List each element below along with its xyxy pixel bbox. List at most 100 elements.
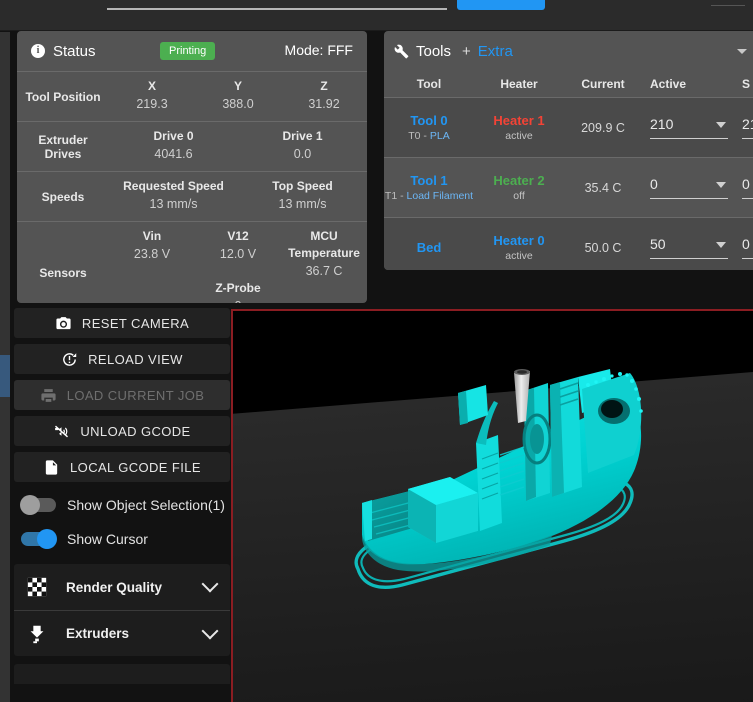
status-panel-title: Status (53, 42, 96, 60)
standby-temp-select[interactable]: 210 (742, 116, 753, 139)
status-col-header: Drive 1 (282, 129, 323, 143)
status-row-label: Sensors (39, 265, 87, 280)
reset-camera-button[interactable]: RESET CAMERA (14, 308, 230, 338)
camera-icon (56, 316, 71, 329)
tools-cell-current: 50.0 C (564, 239, 642, 257)
tool-name[interactable]: Tool 0 (384, 112, 474, 129)
heater-name[interactable]: Heater 1 (474, 112, 564, 129)
table-row[interactable]: Tool 0 T0 - PLA Heater 1 active 209.9 C … (384, 97, 753, 157)
tool-name[interactable]: Bed (384, 239, 474, 256)
active-temp-select[interactable]: 210 (650, 116, 728, 139)
current-temp-value: 50.0 C (584, 240, 622, 255)
group-render-quality[interactable]: Render Quality (14, 564, 230, 610)
status-col-header: Vin (142, 229, 162, 243)
tool-name[interactable]: Tool 1 (384, 172, 474, 189)
standby-temp-value: 210 (742, 116, 753, 132)
heater-state: active (505, 249, 533, 262)
active-temp-value: 50 (650, 236, 666, 252)
tools-cell-active: 0 (642, 176, 734, 199)
tools-cell-heater: Heater 1 active (474, 112, 564, 144)
tool-filament-link[interactable]: PLA (430, 130, 450, 142)
table-row[interactable]: Bed Heater 0 active 50.0 C 50 0 (384, 217, 753, 270)
gcode-3d-viewport[interactable] (231, 309, 753, 702)
toggle-label: Show Object Selection(1) (67, 497, 225, 513)
local-gcode-file-label: LOCAL GCODE FILE (70, 459, 201, 475)
chevron-down-icon[interactable] (716, 242, 726, 248)
group-extruders[interactable]: Extruders (14, 610, 230, 656)
toggle-switch[interactable] (21, 529, 57, 549)
status-row-sensors: Sensors Vin 23.8 V V12 12.0 V MCU Temper… (17, 221, 367, 303)
status-mode-label: Mode: FFF (284, 42, 353, 58)
top-right-field[interactable] (711, 0, 745, 6)
chevron-down-icon[interactable] (737, 48, 748, 54)
status-row-label: Tool Position (25, 89, 101, 104)
tools-cell-heater: Heater 2 off (474, 172, 564, 204)
left-scrollbar-thumb[interactable] (0, 355, 10, 397)
app-root: i Status Printing Mode: FFF Tool Positio… (0, 0, 753, 702)
toggle-label: Show Cursor (67, 531, 148, 547)
active-temp-select[interactable]: 0 (650, 176, 728, 199)
active-temp-select[interactable]: 50 (650, 236, 728, 259)
reload-view-button[interactable]: RELOAD VIEW (14, 344, 230, 374)
unload-gcode-label: UNLOAD GCODE (80, 423, 191, 439)
status-col-header: Z (320, 79, 328, 93)
tools-cell-active: 50 (642, 236, 734, 259)
status-panel-header: i Status Printing Mode: FFF (17, 31, 367, 71)
active-temp-value: 210 (650, 116, 674, 132)
chevron-down-icon[interactable] (201, 622, 219, 639)
tools-cell-current: 209.9 C (564, 119, 642, 137)
heater-name[interactable]: Heater 2 (474, 172, 564, 189)
local-gcode-file-button[interactable]: LOCAL GCODE FILE (14, 452, 230, 482)
status-col-value: 13 mm/s (149, 197, 198, 211)
status-badge: Printing (160, 42, 216, 60)
status-col-value: 31.92 (308, 97, 340, 111)
3d-benchy-model (354, 369, 643, 589)
tool-sub-prefix: T0 - (408, 129, 430, 142)
chevron-down-icon[interactable] (716, 182, 726, 188)
unload-gcode-button[interactable]: UNLOAD GCODE (14, 416, 230, 446)
standby-temp-select[interactable]: 0 (742, 236, 753, 259)
tool-subtitle: T1 - Load Filament (384, 189, 474, 204)
tools-col-header: Active (650, 77, 687, 91)
toggle-knob (20, 495, 40, 515)
status-col-header: Drive 0 (153, 129, 194, 143)
status-col-header: Requested Speed (123, 179, 224, 193)
tools-col-header: Tool (416, 77, 442, 91)
toggle-show-object-selection[interactable]: Show Object Selection(1) (14, 488, 230, 522)
status-col-header: Top Speed (272, 179, 333, 193)
chevron-down-icon[interactable] (716, 122, 726, 128)
tools-panel-header: Tools + Extra Co (384, 31, 753, 71)
standby-temp-select[interactable]: 0 (742, 176, 753, 199)
tools-extra-link[interactable]: Extra (478, 43, 513, 60)
left-scrollbar-track[interactable] (0, 32, 10, 702)
load-current-job-label: LOAD CURRENT JOB (66, 387, 205, 403)
tools-table-header: Tool Heater Current Active S (384, 71, 753, 97)
tool-subtitle: T0 - PLA (384, 129, 474, 144)
printer-icon (41, 388, 56, 402)
current-temp-value: 35.4 C (584, 180, 622, 195)
heater-state: active (505, 129, 533, 142)
status-col-header: X (147, 79, 156, 93)
reload-view-label: RELOAD VIEW (88, 351, 183, 367)
tools-add-icon[interactable]: + (462, 43, 471, 60)
top-search-input[interactable] (107, 0, 447, 10)
toggle-switch[interactable] (20, 495, 56, 515)
sidebar-collapsible-groups: Render Quality Extruders (14, 564, 230, 656)
tool-load-filament-link[interactable]: Load Filament (407, 190, 474, 202)
tools-panel-title: Tools (416, 42, 452, 60)
status-panel: i Status Printing Mode: FFF Tool Positio… (17, 31, 367, 303)
reload-icon (63, 352, 77, 366)
reset-camera-label: RESET CAMERA (81, 315, 190, 331)
file-icon (45, 459, 58, 475)
group-label: Extruders (66, 626, 130, 641)
toggle-show-cursor[interactable]: Show Cursor (14, 522, 230, 556)
sidebar-next-panel[interactable] (14, 664, 230, 684)
status-col-header: Y (233, 79, 242, 93)
status-row-speeds: Speeds Requested Speed 13 mm/s Top Speed… (17, 171, 367, 221)
checkerboard-icon (27, 577, 47, 597)
chevron-down-icon[interactable] (201, 575, 219, 593)
load-current-job-button[interactable]: LOAD CURRENT JOB (14, 380, 230, 410)
top-primary-button[interactable] (457, 0, 545, 10)
table-row[interactable]: Tool 1 T1 - Load Filament Heater 2 off 3… (384, 157, 753, 217)
heater-name[interactable]: Heater 0 (474, 232, 564, 249)
